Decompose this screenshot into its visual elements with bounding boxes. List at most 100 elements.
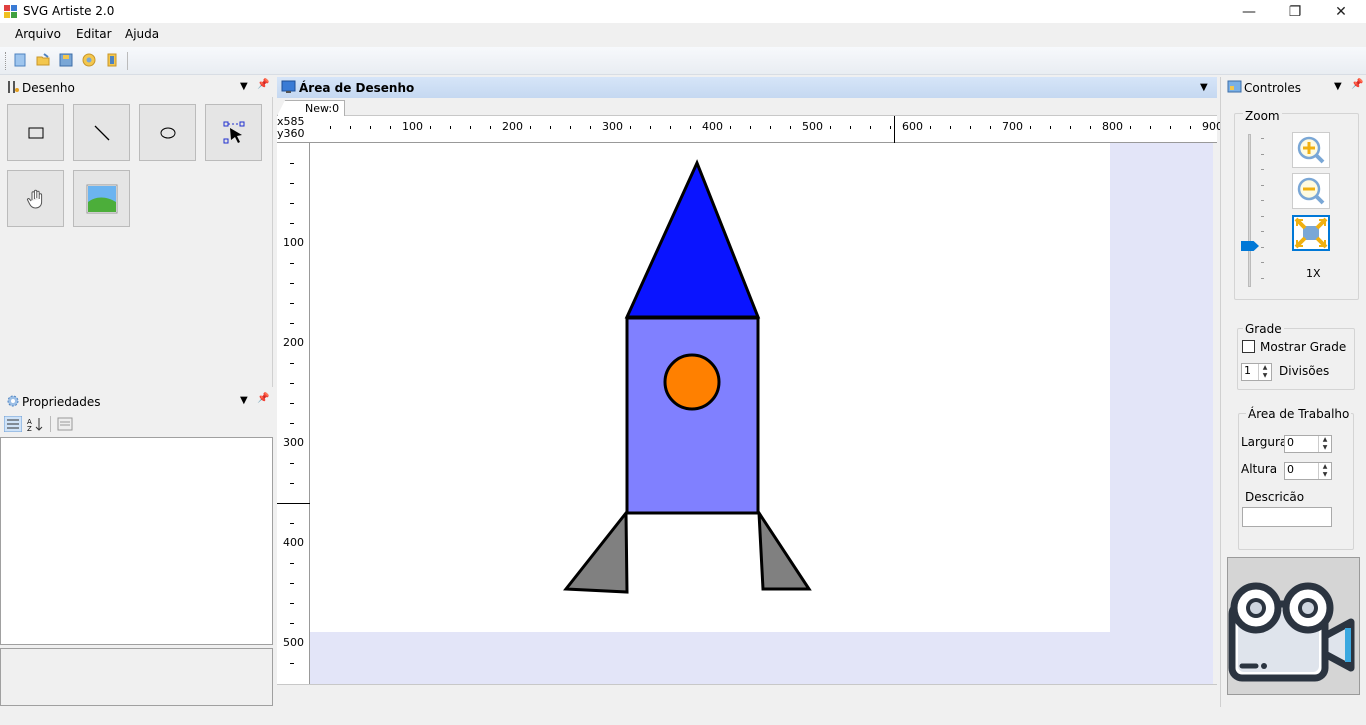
ruler-tick bbox=[630, 126, 631, 129]
zoom-slider-track[interactable] bbox=[1248, 134, 1251, 287]
toolbar bbox=[0, 47, 1366, 75]
properties-grid[interactable] bbox=[0, 437, 273, 645]
document-header: Área de Desenho ▼ bbox=[277, 77, 1217, 98]
stepper-arrows-icon[interactable]: ▲ ▼ bbox=[1318, 463, 1331, 479]
hand-icon bbox=[26, 189, 42, 209]
line-tool-button[interactable] bbox=[73, 104, 130, 161]
controls-panel-title: Controles bbox=[1244, 81, 1302, 95]
ruler-tick bbox=[1190, 126, 1191, 129]
vertical-ruler: 100 200 300 400 500 bbox=[277, 143, 310, 684]
app-icon bbox=[4, 5, 17, 18]
select-tool-button[interactable] bbox=[205, 104, 262, 161]
pin-icon[interactable]: 📌 bbox=[257, 393, 269, 404]
panel-dropdown-icon[interactable]: ▼ bbox=[240, 395, 248, 406]
stepper-arrows-icon[interactable]: ▲ ▼ bbox=[1258, 364, 1271, 380]
property-pages-icon[interactable] bbox=[57, 417, 73, 431]
menu-ajuda[interactable]: Ajuda bbox=[125, 27, 159, 41]
ruler-tick bbox=[290, 623, 294, 624]
line-icon bbox=[94, 125, 109, 140]
pan-tool-button[interactable] bbox=[7, 170, 64, 227]
width-stepper[interactable]: 0 ▲ ▼ bbox=[1284, 435, 1332, 453]
ellipse-tool-button[interactable] bbox=[139, 104, 196, 161]
ruler-tick bbox=[770, 126, 771, 129]
zoom-slider-tick bbox=[1261, 246, 1264, 248]
rocket-window-circle[interactable] bbox=[663, 353, 721, 411]
properties-panel: Propriedades ▼ 📌 AZ bbox=[0, 391, 273, 645]
zoom-in-button[interactable] bbox=[1292, 132, 1330, 168]
export-icon[interactable] bbox=[82, 53, 96, 67]
document-tabstrip: New:0 bbox=[277, 98, 1217, 116]
description-input[interactable] bbox=[1242, 507, 1332, 527]
properties-description-area bbox=[0, 648, 273, 706]
exit-icon[interactable] bbox=[105, 53, 119, 67]
ruler-tick bbox=[290, 403, 294, 404]
ruler-tick bbox=[290, 263, 294, 264]
close-button[interactable]: ✕ bbox=[1318, 0, 1364, 23]
rocket-fin-left[interactable] bbox=[563, 508, 629, 594]
ruler-tick bbox=[1030, 126, 1031, 129]
height-stepper[interactable]: 0 ▲ ▼ bbox=[1284, 462, 1332, 480]
rectangle-tool-button[interactable] bbox=[7, 104, 64, 161]
ruler-tick bbox=[290, 483, 294, 484]
pin-icon[interactable]: 📌 bbox=[257, 79, 269, 90]
zoom-slider-tick bbox=[1261, 215, 1264, 217]
stepper-arrows-icon[interactable]: ▲ ▼ bbox=[1318, 436, 1331, 452]
menu-arquivo[interactable]: Arquivo bbox=[15, 27, 61, 41]
gear-icon bbox=[7, 395, 19, 407]
rocket-fin-right[interactable] bbox=[757, 507, 812, 591]
ruler-label: 100 bbox=[283, 236, 304, 249]
ruler-label: 100 bbox=[402, 120, 423, 133]
ruler-label: 200 bbox=[502, 120, 523, 133]
sort-alphabetical-icon[interactable]: AZ bbox=[27, 416, 45, 432]
zoom-fit-button[interactable] bbox=[1292, 215, 1330, 251]
show-grid-checkbox[interactable] bbox=[1242, 340, 1255, 353]
zoom-slider-tick bbox=[1261, 184, 1264, 186]
ruler-tick bbox=[1070, 126, 1071, 129]
width-label: Largura bbox=[1241, 435, 1288, 449]
ruler-label: 300 bbox=[602, 120, 623, 133]
panel-dropdown-icon[interactable]: ▼ bbox=[1334, 81, 1342, 92]
width-value: 0 bbox=[1287, 436, 1294, 449]
canvas-status-strip bbox=[277, 684, 1217, 706]
minimize-button[interactable]: — bbox=[1226, 0, 1272, 23]
ruler-tick bbox=[290, 363, 294, 364]
vertical-cursor-marker bbox=[277, 503, 310, 504]
zoom-slider-thumb[interactable] bbox=[1241, 241, 1259, 252]
drawing-panel: Desenho ▼ 📌 bbox=[0, 77, 273, 387]
open-folder-icon[interactable] bbox=[36, 53, 50, 67]
ruler-tick bbox=[490, 126, 491, 129]
panel-dropdown-icon[interactable]: ▼ bbox=[240, 81, 248, 92]
grid-divisions-label: Divisões bbox=[1279, 364, 1330, 378]
tab-new-0[interactable]: New:0 bbox=[277, 100, 345, 116]
ruler-tick bbox=[290, 523, 294, 524]
ruler-tick bbox=[290, 383, 294, 384]
zoom-in-icon bbox=[1297, 136, 1325, 164]
grid-divisions-stepper[interactable]: 1 ▲ ▼ bbox=[1241, 363, 1272, 381]
drawing-svg[interactable] bbox=[310, 143, 1110, 632]
menu-editar[interactable]: Editar bbox=[76, 27, 112, 41]
ruler-label: 800 bbox=[1102, 120, 1123, 133]
camera-preview[interactable] bbox=[1227, 557, 1360, 695]
rocket-nose-triangle[interactable] bbox=[624, 159, 761, 319]
ruler-tick bbox=[850, 126, 851, 129]
save-icon[interactable] bbox=[59, 53, 73, 67]
zoom-out-button[interactable] bbox=[1292, 173, 1330, 209]
horizontal-ruler: x585 y360 100 200 300 400 500 600 700 800 900 bbox=[277, 115, 1223, 143]
zoom-out-icon bbox=[1297, 177, 1325, 205]
ruler-tick bbox=[290, 163, 294, 164]
rocket-body-rectangle[interactable] bbox=[625, 316, 760, 515]
categorized-icon[interactable] bbox=[4, 416, 22, 432]
pin-icon[interactable]: 📌 bbox=[1351, 79, 1363, 90]
ruler-tick bbox=[290, 463, 294, 464]
document-dropdown-icon[interactable]: ▼ bbox=[1200, 82, 1208, 93]
new-file-icon[interactable] bbox=[13, 53, 27, 67]
grid-title: Grade bbox=[1243, 322, 1284, 336]
drawing-paper[interactable] bbox=[310, 143, 1110, 632]
ruler-tick bbox=[730, 126, 731, 129]
ruler-tick bbox=[290, 183, 294, 184]
image-tool-button[interactable] bbox=[73, 170, 130, 227]
horizontal-cursor-marker bbox=[894, 116, 895, 143]
workarea-group: Área de Trabalho Largura 0 ▲ ▼ Altura 0 ▲… bbox=[1238, 407, 1354, 550]
properties-toolbar: AZ bbox=[0, 412, 273, 436]
maximize-button[interactable]: ❐ bbox=[1272, 0, 1318, 23]
